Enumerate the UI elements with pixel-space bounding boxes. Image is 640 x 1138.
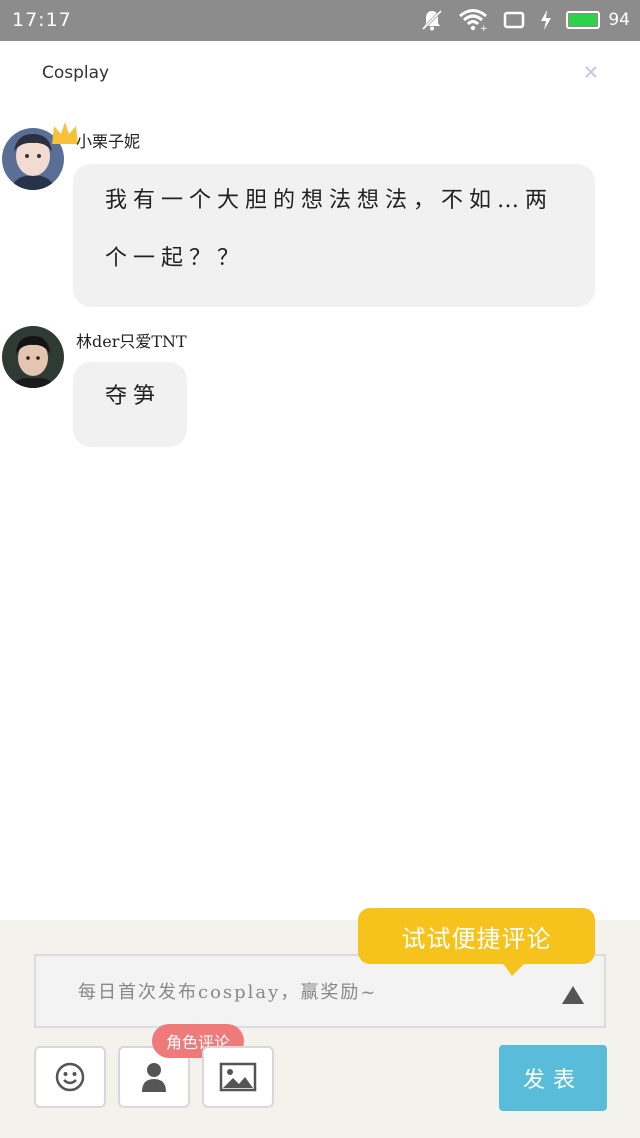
- message-bubble: 夺笋: [73, 362, 187, 447]
- image-button[interactable]: [202, 1046, 274, 1108]
- screen-rotate-icon: [502, 9, 526, 31]
- wifi-icon: +: [458, 8, 488, 32]
- emoji-button[interactable]: [34, 1046, 106, 1108]
- notifications-off-icon: [420, 8, 444, 32]
- comment-composer: 每日首次发布cosplay，赢奖励~ 试试便捷评论 角色评论 发表: [0, 908, 640, 1138]
- header: Cosplay: [0, 41, 640, 105]
- emoji-icon: [55, 1062, 85, 1092]
- tip-tail: [502, 962, 526, 976]
- close-button[interactable]: [580, 61, 602, 83]
- username[interactable]: 林der只爱TNT: [76, 328, 187, 352]
- charging-icon: [540, 10, 552, 30]
- status-time: 17:17: [12, 9, 72, 31]
- svg-text:+: +: [480, 24, 488, 32]
- message-bubble: 我有一个大胆的想法想法，不如…两 个一起？？: [73, 164, 595, 307]
- send-button[interactable]: 发表: [499, 1045, 607, 1111]
- message-line: 夺笋: [105, 384, 162, 409]
- message-line: 个一起？？: [105, 246, 246, 271]
- comment-input-placeholder: 每日首次发布cosplay，赢奖励~: [78, 982, 378, 1003]
- avatar[interactable]: [2, 326, 64, 388]
- quick-comment-tip[interactable]: 试试便捷评论: [358, 908, 595, 964]
- message-line: 我有一个大胆的想法想法，不如…两: [105, 188, 554, 213]
- status-bar: 17:17 + 94: [0, 0, 640, 41]
- page-title: Cosplay: [42, 63, 110, 83]
- username[interactable]: 小栗子妮: [76, 128, 140, 152]
- battery-level: 94: [608, 10, 630, 30]
- close-icon: [585, 66, 597, 78]
- battery-icon: 94: [566, 10, 630, 30]
- status-icons: + 94: [420, 6, 630, 34]
- expand-arrow-icon[interactable]: [562, 986, 584, 1004]
- person-icon: [142, 1063, 166, 1092]
- image-icon: [219, 1062, 257, 1092]
